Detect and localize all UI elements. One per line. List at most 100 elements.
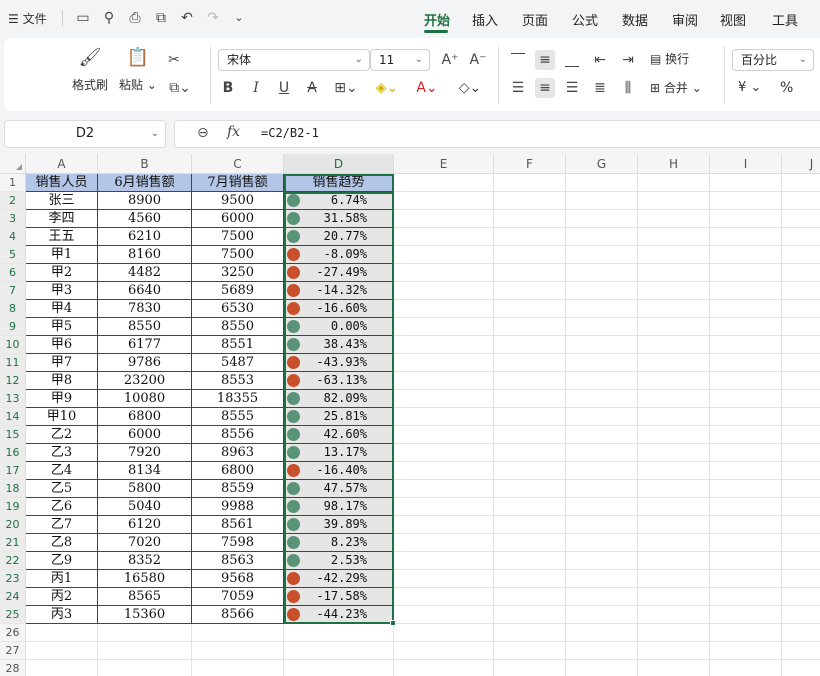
empty-cell[interactable] (710, 498, 782, 516)
empty-cell[interactable] (566, 660, 638, 676)
empty-cell[interactable] (710, 516, 782, 534)
empty-cell[interactable] (710, 642, 782, 660)
empty-cell[interactable] (494, 210, 566, 228)
row-header-8[interactable]: 8 (0, 300, 26, 318)
italic-icon[interactable]: I (246, 78, 266, 98)
empty-cell[interactable] (494, 624, 566, 642)
empty-cell[interactable] (566, 354, 638, 372)
june-sales-cell[interactable]: 8550 (98, 318, 192, 336)
empty-cell[interactable] (638, 354, 710, 372)
column-header-I[interactable]: I (710, 154, 782, 174)
empty-cell[interactable] (710, 534, 782, 552)
june-sales-cell[interactable]: 6000 (98, 426, 192, 444)
empty-cell[interactable] (782, 300, 820, 318)
empty-cell[interactable] (638, 606, 710, 624)
empty-cell[interactable] (782, 336, 820, 354)
empty-cell[interactable] (566, 336, 638, 354)
empty-cell[interactable] (494, 462, 566, 480)
empty-cell[interactable] (782, 660, 820, 676)
empty-cell[interactable] (394, 390, 494, 408)
empty-cell[interactable] (566, 624, 638, 642)
font-name-select[interactable]: 宋体 ⌄ (218, 49, 370, 71)
empty-cell[interactable] (494, 282, 566, 300)
row-header-7[interactable]: 7 (0, 282, 26, 300)
empty-cell[interactable] (782, 354, 820, 372)
empty-cell[interactable] (566, 570, 638, 588)
empty-cell[interactable] (782, 588, 820, 606)
print-icon[interactable]: ⎙ (126, 9, 144, 27)
empty-cell[interactable] (782, 570, 820, 588)
empty-cell[interactable] (566, 300, 638, 318)
empty-cell[interactable] (494, 318, 566, 336)
empty-cell[interactable] (710, 606, 782, 624)
july-sales-cell[interactable]: 9500 (192, 192, 284, 210)
july-sales-cell[interactable]: 6800 (192, 462, 284, 480)
redo-icon[interactable]: ↷ (204, 9, 222, 27)
row-header-1[interactable]: 1 (0, 174, 26, 192)
empty-cell[interactable] (394, 570, 494, 588)
empty-cell[interactable] (284, 624, 394, 642)
empty-cell[interactable] (98, 624, 192, 642)
empty-cell[interactable] (710, 390, 782, 408)
empty-cell[interactable] (394, 210, 494, 228)
empty-cell[interactable] (710, 624, 782, 642)
empty-cell[interactable] (710, 246, 782, 264)
column-header-F[interactable]: F (494, 154, 566, 174)
salesperson-cell[interactable]: 甲4 (26, 300, 98, 318)
tab-2[interactable]: 页面 (522, 10, 548, 29)
empty-cell[interactable] (782, 228, 820, 246)
june-sales-cell[interactable]: 16580 (98, 570, 192, 588)
trend-cell[interactable]: -27.49% (284, 264, 394, 282)
row-header-16[interactable]: 16 (0, 444, 26, 462)
empty-cell[interactable] (494, 426, 566, 444)
empty-cell[interactable] (394, 444, 494, 462)
june-sales-cell[interactable]: 6640 (98, 282, 192, 300)
empty-cell[interactable] (782, 408, 820, 426)
empty-cell[interactable] (394, 660, 494, 676)
align-right-icon[interactable]: ☰ (562, 78, 582, 98)
empty-cell[interactable] (638, 642, 710, 660)
june-sales-cell[interactable]: 5040 (98, 498, 192, 516)
june-sales-cell[interactable]: 6210 (98, 228, 192, 246)
empty-cell[interactable] (494, 264, 566, 282)
salesperson-cell[interactable]: 丙1 (26, 570, 98, 588)
empty-cell[interactable] (394, 318, 494, 336)
empty-cell[interactable] (782, 264, 820, 282)
save-icon[interactable]: ▭ (74, 9, 92, 27)
empty-cell[interactable] (394, 264, 494, 282)
chevron-down-icon[interactable]: ⌄ (230, 9, 248, 27)
undo-icon[interactable]: ↶ (178, 9, 196, 27)
empty-cell[interactable] (494, 606, 566, 624)
june-sales-cell[interactable]: 7920 (98, 444, 192, 462)
empty-cell[interactable] (98, 660, 192, 676)
empty-cell[interactable] (566, 408, 638, 426)
empty-cell[interactable] (494, 516, 566, 534)
increase-font-icon[interactable]: A⁺ (440, 50, 460, 70)
empty-cell[interactable] (782, 372, 820, 390)
empty-cell[interactable] (710, 174, 782, 192)
align-left-icon[interactable]: ☰ (508, 78, 528, 98)
salesperson-cell[interactable]: 丙3 (26, 606, 98, 624)
row-header-17[interactable]: 17 (0, 462, 26, 480)
header-cell[interactable]: 销售趋势 (284, 174, 394, 192)
font-color-icon[interactable]: A⌄ (412, 78, 442, 98)
empty-cell[interactable] (494, 408, 566, 426)
trend-cell[interactable]: -43.93% (284, 354, 394, 372)
empty-cell[interactable] (394, 552, 494, 570)
empty-cell[interactable] (638, 174, 710, 192)
july-sales-cell[interactable]: 8555 (192, 408, 284, 426)
salesperson-cell[interactable]: 乙8 (26, 534, 98, 552)
empty-cell[interactable] (394, 192, 494, 210)
justify-icon[interactable]: ≣ (590, 78, 610, 98)
border-icon[interactable]: ⊞⌄ (332, 78, 360, 98)
empty-cell[interactable] (710, 408, 782, 426)
july-sales-cell[interactable]: 6530 (192, 300, 284, 318)
distributed-icon[interactable]: ⫼ (618, 78, 638, 98)
trend-cell[interactable]: -14.32% (284, 282, 394, 300)
trend-cell[interactable]: -16.60% (284, 300, 394, 318)
salesperson-cell[interactable]: 李四 (26, 210, 98, 228)
trend-cell[interactable]: 38.43% (284, 336, 394, 354)
july-sales-cell[interactable]: 3250 (192, 264, 284, 282)
empty-cell[interactable] (638, 570, 710, 588)
empty-cell[interactable] (566, 552, 638, 570)
